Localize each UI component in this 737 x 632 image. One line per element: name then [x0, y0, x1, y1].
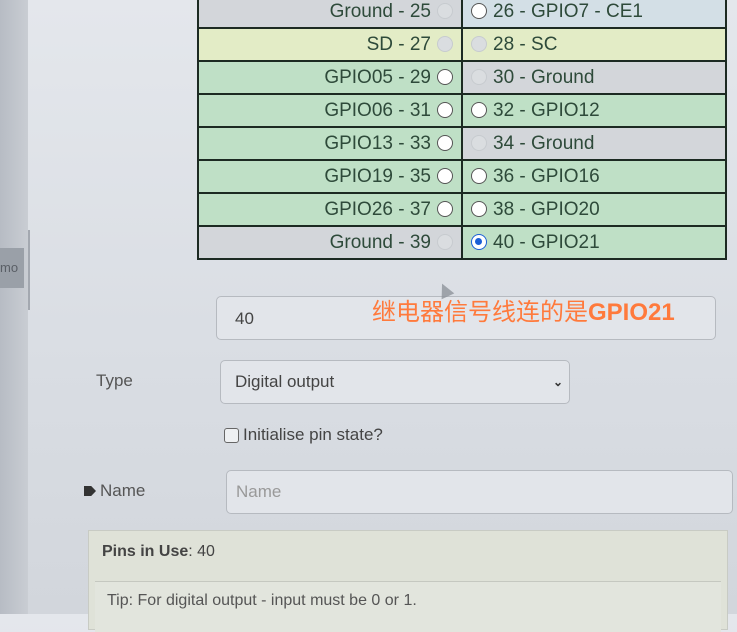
pin-radio: [471, 35, 487, 52]
pin-label: Ground - 25: [329, 0, 431, 22]
pin-label: GPIO13 - 33: [324, 132, 431, 154]
pin-label: 32 - GPIO12: [493, 99, 600, 121]
pin-cell-left[interactable]: SD - 27: [197, 27, 463, 62]
initialise-pin-state-checkbox[interactable]: Initialise pin state?: [224, 425, 383, 445]
pin-radio[interactable]: [471, 101, 487, 118]
name-input[interactable]: Name: [226, 470, 733, 514]
pin-label: Ground - 39: [329, 231, 431, 253]
tip-row: Tip: For digital output - input must be …: [95, 581, 721, 632]
pin-row: SD - 27 28 - SC: [197, 27, 727, 62]
pin-cell-left[interactable]: GPIO05 - 29: [197, 60, 463, 95]
pin-row: Ground - 39 40 - GPIO21: [197, 225, 727, 260]
pin-label: SD - 27: [366, 33, 431, 55]
pins-in-use: Pins in Use: 40: [102, 543, 215, 561]
type-selected-value: Digital output: [235, 372, 335, 391]
pin-label: GPIO26 - 37: [324, 198, 431, 220]
checkbox-box[interactable]: [224, 427, 239, 443]
pins-in-use-value: : 40: [188, 543, 215, 560]
pin-label: GPIO19 - 35: [324, 165, 431, 187]
pin-label: GPIO06 - 31: [324, 99, 431, 121]
sidebar-tab[interactable]: mo: [0, 248, 24, 288]
pin-radio[interactable]: [471, 200, 487, 217]
pin-row: GPIO19 - 35 36 - GPIO16: [197, 159, 727, 194]
pin-cell-right[interactable]: 26 - GPIO7 - CE1: [461, 0, 727, 29]
pin-row: GPIO05 - 29 30 - Ground: [197, 60, 727, 95]
caption-gpio: GPIO21: [588, 299, 675, 326]
name-label: Name: [84, 481, 145, 501]
pin-row: Ground - 25 26 - GPIO7 - CE1: [197, 0, 727, 29]
pin-cell-left[interactable]: GPIO26 - 37: [197, 192, 463, 227]
tip-text: Tip: For digital output - input must be …: [107, 592, 417, 609]
sidebar-divider: [28, 230, 30, 310]
pin-label: 34 - Ground: [493, 132, 595, 154]
tag-icon: [84, 486, 96, 496]
overlay-caption: 继电器信号线连的是GPIO21: [372, 292, 675, 327]
pin-label: 38 - GPIO20: [493, 198, 600, 220]
pin-cell-right[interactable]: 28 - SC: [461, 27, 727, 62]
pin-radio[interactable]: [437, 167, 453, 184]
chevron-down-icon: ⌄: [552, 375, 563, 389]
pin-radio: [471, 68, 487, 85]
pin-label: 36 - GPIO16: [493, 165, 600, 187]
pin-cell-left[interactable]: Ground - 25: [197, 0, 463, 29]
pin-radio[interactable]: [471, 167, 487, 184]
gpio-pin-table: Ground - 25 26 - GPIO7 - CE1 SD - 27 28 - S…: [197, 0, 727, 260]
pin-cell-right[interactable]: 40 - GPIO21: [461, 225, 727, 260]
pin-radio[interactable]: [437, 68, 453, 85]
pin-cell-right[interactable]: 34 - Ground: [461, 126, 727, 161]
pin-cell-right[interactable]: 32 - GPIO12: [461, 93, 727, 128]
pin-row: GPIO06 - 31 32 - GPIO12: [197, 93, 727, 128]
pin-row: GPIO26 - 37 38 - GPIO20: [197, 192, 727, 227]
pin-cell-left[interactable]: GPIO19 - 35: [197, 159, 463, 194]
pin-radio: [437, 2, 453, 19]
name-label-text: Name: [100, 481, 146, 500]
left-sidebar-strip: [0, 0, 28, 614]
pin-cell-left[interactable]: Ground - 39: [197, 225, 463, 260]
pin-radio[interactable]: [437, 101, 453, 118]
type-select[interactable]: Digital output ⌄: [220, 360, 570, 404]
pins-in-use-label: Pins in Use: [102, 543, 189, 560]
pin-cell-right[interactable]: 30 - Ground: [461, 60, 727, 95]
caption-text: 继电器信号线连的是: [372, 298, 588, 326]
pin-label: 30 - Ground: [493, 66, 595, 88]
pin-radio: [437, 35, 453, 52]
pin-radio: [437, 233, 453, 250]
pin-radio[interactable]: [471, 233, 487, 250]
pin-cell-right[interactable]: 38 - GPIO20: [461, 192, 727, 227]
pin-radio[interactable]: [471, 2, 487, 19]
pin-label: 26 - GPIO7 - CE1: [493, 0, 643, 22]
pin-cell-left[interactable]: GPIO06 - 31: [197, 93, 463, 128]
pin-label: GPIO05 - 29: [324, 66, 431, 88]
pin-label: 28 - SC: [493, 33, 558, 55]
pin-label: 40 - GPIO21: [493, 231, 600, 253]
pin-cell-right[interactable]: 36 - GPIO16: [461, 159, 727, 194]
pin-row: GPIO13 - 33 34 - Ground: [197, 126, 727, 161]
pin-cell-left[interactable]: GPIO13 - 33: [197, 126, 463, 161]
pin-radio[interactable]: [437, 134, 453, 151]
type-label: Type: [96, 371, 133, 390]
pin-radio: [471, 134, 487, 151]
info-panel: Pins in Use: 40 Tip: For digital output …: [88, 530, 728, 632]
checkbox-label: Initialise pin state?: [243, 425, 383, 444]
pin-radio[interactable]: [437, 200, 453, 217]
